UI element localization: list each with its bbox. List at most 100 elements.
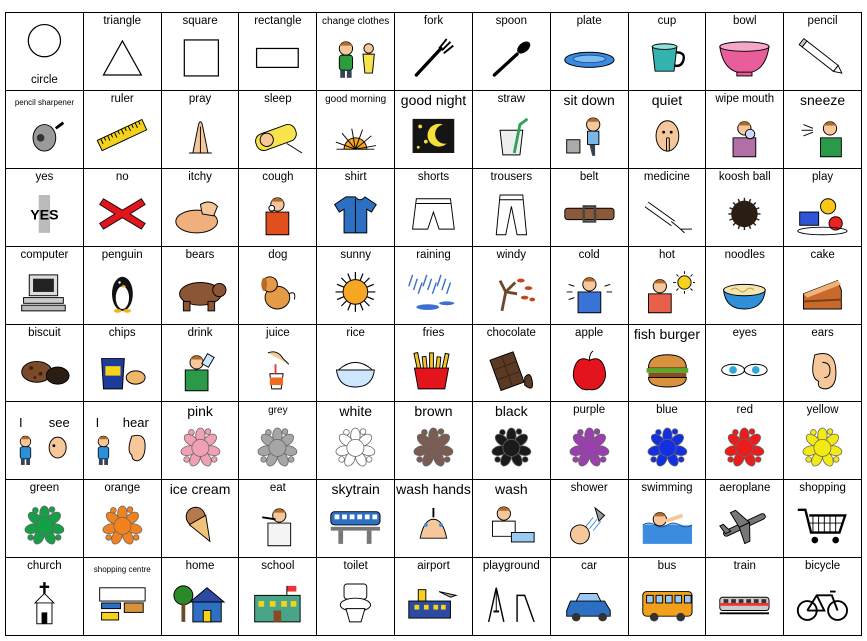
symbol-card-biscuit[interactable]: biscuit <box>6 324 84 403</box>
symbol-card-change-clothes[interactable]: change clothes <box>317 13 396 91</box>
symbol-card-rectangle[interactable]: rectangle <box>239 13 318 91</box>
symbol-card-ice-cream[interactable]: ice cream <box>161 480 240 559</box>
symbol-card-wash[interactable]: wash <box>472 480 551 559</box>
symbol-card-school[interactable]: school <box>239 558 318 636</box>
symbol-card-rice[interactable]: rice <box>317 324 396 403</box>
symbol-card-spoon[interactable]: spoon <box>472 13 551 91</box>
symbol-card-train[interactable]: train <box>706 558 785 636</box>
symbol-card-straw[interactable]: straw <box>472 90 551 169</box>
symbol-card-trousers[interactable]: trousers <box>472 168 551 247</box>
symbol-card-itchy[interactable]: itchy <box>161 168 240 247</box>
symbol-card-drink[interactable]: drink <box>161 324 240 403</box>
symbol-card-aeroplane[interactable]: aeroplane <box>706 480 785 559</box>
card-label: quiet <box>651 91 683 108</box>
symbol-card-purple[interactable]: purple <box>550 402 629 481</box>
symbol-card-grey[interactable]: grey <box>239 402 318 481</box>
symbol-card-toilet[interactable]: toilet <box>317 558 396 636</box>
symbol-card-fish-burger[interactable]: fish burger <box>628 324 707 403</box>
cup-icon <box>639 30 696 86</box>
symbol-card-skytrain[interactable]: skytrain <box>317 480 396 559</box>
symbol-card-ruler[interactable]: ruler <box>83 90 162 169</box>
symbol-card-windy[interactable]: windy <box>472 246 551 325</box>
straw-icon <box>483 108 540 164</box>
symbol-card-medicine[interactable]: medicine <box>628 168 707 247</box>
symbol-card-yellow[interactable]: yellow <box>784 402 862 481</box>
symbol-card-play[interactable]: play <box>784 168 862 247</box>
card-label: bus <box>657 560 677 573</box>
symbol-card-playground[interactable]: playground <box>472 558 551 636</box>
symbol-card-pink[interactable]: pink <box>161 402 240 481</box>
card-label: yes <box>35 170 54 183</box>
symbol-card-noodles[interactable]: noodles <box>706 246 785 325</box>
symbol-card-koosh-ball[interactable]: koosh ball <box>706 168 785 247</box>
picture-communication-board: circle triangle square rectangle change clot… <box>5 12 862 636</box>
symbol-card-orange[interactable]: orange <box>83 480 162 559</box>
symbol-card-bears[interactable]: bears <box>161 246 240 325</box>
rice-icon <box>327 342 384 398</box>
symbol-card-pray[interactable]: pray <box>161 90 240 169</box>
symbol-card-sleep[interactable]: sleep <box>239 90 318 169</box>
symbol-card-cup[interactable]: cup <box>628 13 707 91</box>
symbol-card-good-night[interactable]: good night <box>395 90 473 169</box>
symbol-card-plate[interactable]: plate <box>550 13 629 91</box>
symbol-card-apple[interactable]: apple <box>550 324 629 403</box>
symbol-card-bicycle[interactable]: bicycle <box>784 558 862 636</box>
symbol-card-penguin[interactable]: penguin <box>83 246 162 325</box>
card-label: home <box>185 560 215 573</box>
symbol-card-quiet[interactable]: quiet <box>628 90 707 169</box>
symbol-card-good-morning[interactable]: good morning <box>317 90 396 169</box>
symbol-card-fries[interactable]: fries <box>395 324 473 403</box>
card-label: chocolate <box>486 326 536 339</box>
symbol-card-computer[interactable]: computer <box>6 246 84 325</box>
symbol-card-circle[interactable]: circle <box>6 13 84 91</box>
symbol-card-brown[interactable]: brown <box>395 402 473 481</box>
symbol-card-green[interactable]: green <box>6 480 84 559</box>
symbol-card-raining[interactable]: raining <box>395 246 473 325</box>
symbol-card-sit-down[interactable]: sit down <box>550 90 629 169</box>
symbol-card-wipe-mouth[interactable]: wipe mouth <box>706 90 785 169</box>
symbol-card-eat[interactable]: eat <box>239 480 318 559</box>
symbol-card-pencil[interactable]: pencil <box>784 13 862 91</box>
symbol-card-airport[interactable]: airport <box>395 558 473 636</box>
symbol-card-yes[interactable]: yes YES <box>6 168 84 247</box>
symbol-card-i-see[interactable]: Isee <box>6 402 84 481</box>
symbol-card-cold[interactable]: cold <box>550 246 629 325</box>
symbol-card-home[interactable]: home <box>161 558 240 636</box>
symbol-card-blue[interactable]: blue <box>628 402 707 481</box>
symbol-card-juice[interactable]: juice <box>239 324 318 403</box>
symbol-card-swimming[interactable]: swimming <box>628 480 707 559</box>
symbol-card-triangle[interactable]: triangle <box>83 13 162 91</box>
symbol-card-pencil-sharpener[interactable]: pencil sharpener <box>6 90 84 169</box>
symbol-card-chips[interactable]: chips <box>83 324 162 403</box>
symbol-card-shower[interactable]: shower <box>550 480 629 559</box>
symbol-card-ears[interactable]: ears <box>784 324 862 403</box>
symbol-card-white[interactable]: white <box>317 402 396 481</box>
symbol-card-i-hear[interactable]: Ihear <box>83 402 162 481</box>
symbol-card-cake[interactable]: cake <box>784 246 862 325</box>
card-label: sunny <box>340 248 372 261</box>
symbol-card-shorts[interactable]: shorts <box>395 168 473 247</box>
card-label: eat <box>269 482 286 495</box>
symbol-card-square[interactable]: square <box>161 13 240 91</box>
symbol-card-wash-hands[interactable]: wash hands <box>395 480 473 559</box>
symbol-card-sneeze[interactable]: sneeze <box>784 90 862 169</box>
symbol-card-dog[interactable]: dog <box>239 246 318 325</box>
symbol-card-hot[interactable]: hot <box>628 246 707 325</box>
symbol-card-shopping-centre[interactable]: shopping centre <box>83 558 162 636</box>
symbol-card-belt[interactable]: belt <box>550 168 629 247</box>
symbol-card-fork[interactable]: fork <box>395 13 473 91</box>
symbol-card-chocolate[interactable]: chocolate <box>472 324 551 403</box>
symbol-card-bowl[interactable]: bowl <box>706 13 785 91</box>
symbol-card-bus[interactable]: bus <box>628 558 707 636</box>
symbol-card-church[interactable]: church <box>6 558 84 636</box>
symbol-card-eyes[interactable]: eyes <box>706 324 785 403</box>
symbol-card-cough[interactable]: cough <box>239 168 318 247</box>
card-label: shorts <box>417 170 450 183</box>
symbol-card-black[interactable]: black <box>472 402 551 481</box>
symbol-card-sunny[interactable]: sunny <box>317 246 396 325</box>
symbol-card-red[interactable]: red <box>706 402 785 481</box>
symbol-card-car[interactable]: car <box>550 558 629 636</box>
symbol-card-no[interactable]: no <box>83 168 162 247</box>
symbol-card-shirt[interactable]: shirt <box>317 168 396 247</box>
symbol-card-shopping[interactable]: shopping <box>784 480 862 559</box>
